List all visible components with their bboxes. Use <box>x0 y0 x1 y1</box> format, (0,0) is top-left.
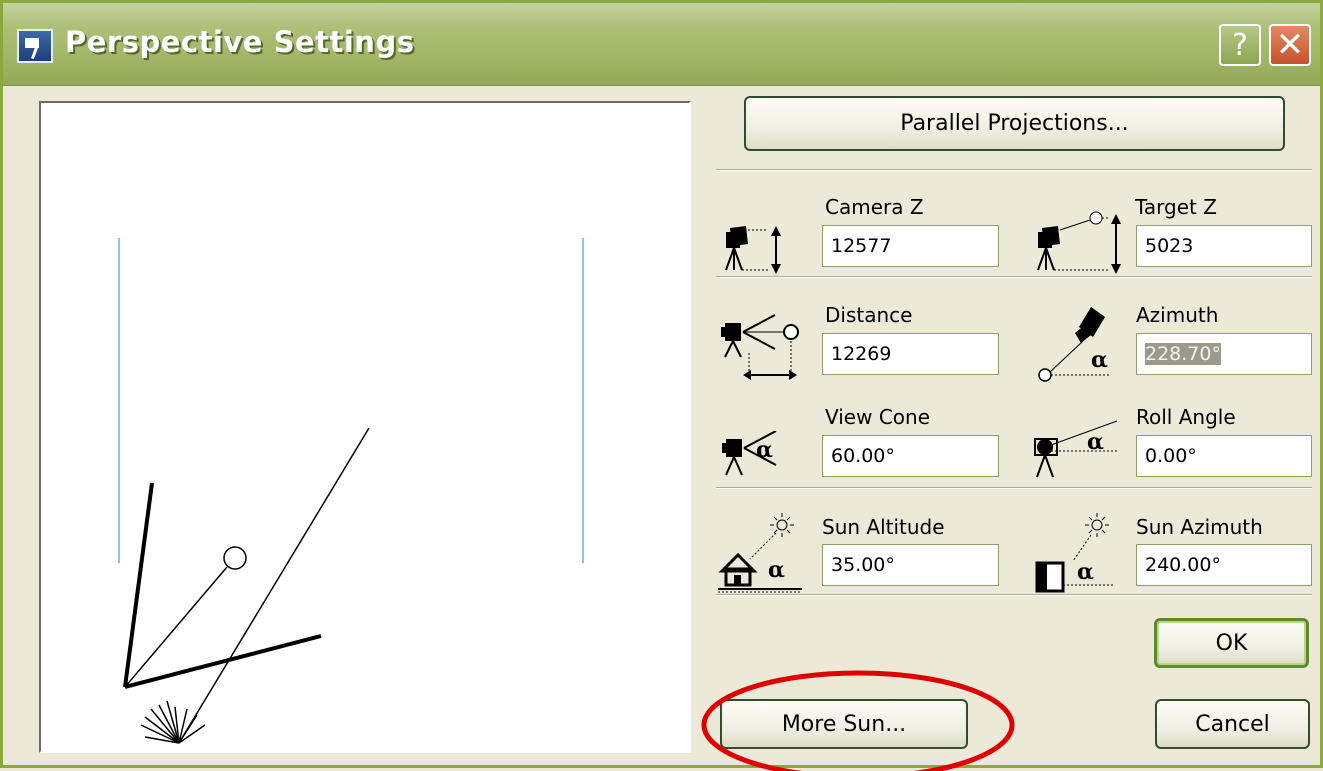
annotation-highlight-ellipse <box>701 670 1015 771</box>
separator <box>716 487 1312 489</box>
separator <box>716 276 1312 278</box>
azimuth-value: 228.70° <box>1145 343 1221 365</box>
separator <box>716 594 1312 596</box>
target-point-icon <box>223 546 247 570</box>
view-cone-icon: α <box>722 431 777 476</box>
target-z-label: Target Z <box>1135 195 1217 219</box>
separator <box>716 169 1312 171</box>
distance-label: Distance <box>825 303 913 327</box>
azimuth-input[interactable]: 228.70° <box>1136 333 1312 375</box>
perspective-preview[interactable] <box>39 101 691 753</box>
roll-angle-input[interactable]: 0.00° <box>1136 435 1312 477</box>
view-cone-label: View Cone <box>825 405 930 429</box>
svg-text:α: α <box>1091 347 1108 373</box>
view-cone-input[interactable]: 60.00° <box>822 435 999 477</box>
view-cone-left <box>123 482 154 688</box>
roll-angle-icon: α <box>1034 420 1118 478</box>
camera-z-input[interactable]: 12577 <box>822 225 999 267</box>
perspective-settings-dialog: Perspective Settings ? ✕ Parallel Projec… <box>0 0 1323 771</box>
svg-text:α: α <box>768 557 785 583</box>
ok-button[interactable]: OK <box>1154 618 1309 668</box>
svg-text:α: α <box>756 437 773 463</box>
target-z-input[interactable]: 5023 <box>1136 225 1312 267</box>
azimuth-label: Azimuth <box>1136 303 1219 327</box>
parallel-projections-button[interactable]: Parallel Projections... <box>744 96 1285 151</box>
sun-altitude-input[interactable]: 35.00° <box>822 544 999 586</box>
sun-icon <box>140 700 206 744</box>
camera-azimuth-icon: α <box>1038 307 1111 382</box>
title-bar[interactable]: Perspective Settings ? ✕ <box>3 3 1320 86</box>
preview-drawing <box>118 238 584 744</box>
svg-text:α: α <box>1077 559 1094 585</box>
roll-angle-label: Roll Angle <box>1136 405 1236 429</box>
app-camera-icon <box>17 29 53 63</box>
distance-input[interactable]: 12269 <box>822 333 999 375</box>
camera-height-icon <box>725 226 781 274</box>
target-height-icon <box>1037 211 1121 274</box>
camera-distance-icon <box>721 314 799 380</box>
sun-azimuth-label: Sun Azimuth <box>1136 515 1263 539</box>
cancel-button[interactable]: Cancel <box>1155 699 1310 749</box>
sun-altitude-label: Sun Altitude <box>822 515 945 539</box>
sun-azimuth-input[interactable]: 240.00° <box>1136 544 1312 586</box>
view-cone-right <box>124 634 322 689</box>
svg-text:α: α <box>1087 429 1104 455</box>
camera-z-label: Camera Z <box>825 195 924 219</box>
window-title: Perspective Settings <box>65 25 415 59</box>
sun-azimuth-icon: α <box>1035 513 1113 593</box>
close-button[interactable]: ✕ <box>1269 24 1311 66</box>
sun-direction-line <box>178 427 370 744</box>
sun-altitude-icon: α <box>718 513 802 593</box>
help-button[interactable]: ? <box>1219 24 1261 66</box>
